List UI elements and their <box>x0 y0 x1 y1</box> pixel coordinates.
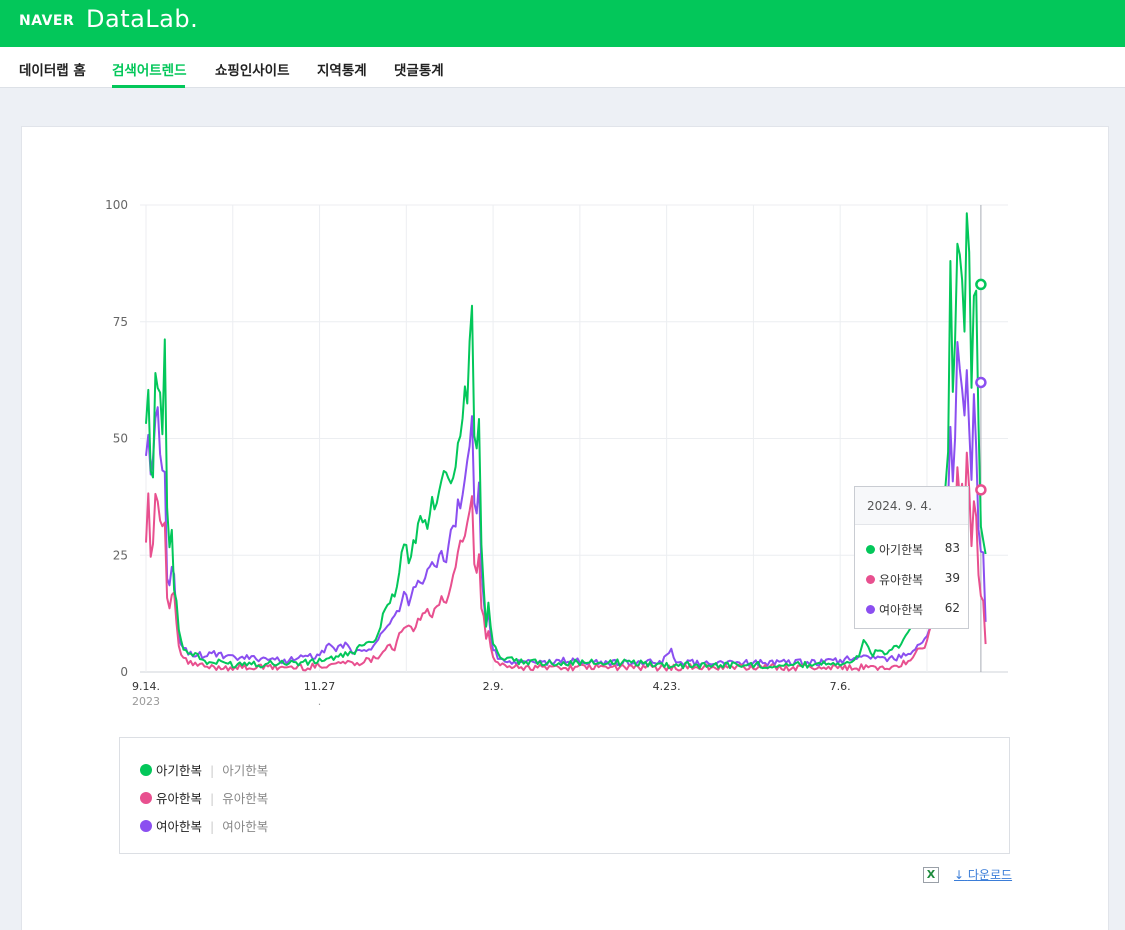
y-tick-label: 100 <box>105 198 128 212</box>
legend-dot-icon <box>140 792 152 804</box>
download-button[interactable]: ↓ 다운로드 <box>954 866 1012 883</box>
legend-keywords: 유아한복 <box>222 791 269 806</box>
x-tick-sublabel: 2023 <box>132 695 160 708</box>
tooltip-date: 2024. 9. 4. <box>855 487 968 525</box>
y-tick-label: 0 <box>120 665 128 679</box>
y-tick-label: 50 <box>113 432 128 446</box>
download-label: 다운로드 <box>967 868 1013 882</box>
tooltip-series-value: 39 <box>944 571 960 585</box>
legend-item[interactable]: 아기한복 | 아기한복 <box>140 760 268 779</box>
tooltip-series-value: 83 <box>944 541 960 555</box>
tooltip-row: 아기한복 83 <box>866 541 960 558</box>
legend-keywords: 아기한복 <box>222 763 269 778</box>
legend-dot-icon <box>140 820 152 832</box>
series-dot-icon <box>866 605 875 614</box>
x-tick-label: 7.6. <box>830 680 851 693</box>
series-dot-icon <box>866 575 875 584</box>
chart-tooltip: 2024. 9. 4. 아기한복 83 유아한복 39 여아한복 62 <box>854 486 969 629</box>
x-axis: 9.14. 2023 11.27. 2.9. 4.23. 7.6. <box>132 680 851 708</box>
legend-separator: | <box>210 763 215 778</box>
download-arrow-icon: ↓ <box>954 868 965 882</box>
tooltip-series-value: 62 <box>944 601 960 615</box>
legend-item[interactable]: 여아한복 | 여아한복 <box>140 816 268 835</box>
tooltip-series-name: 유아한복 <box>879 573 924 587</box>
chart-legend: 아기한복 | 아기한복 유아한복 | 유아한복 여아한복 | 여아한복 <box>119 737 1010 854</box>
hover-point-marker <box>975 484 987 496</box>
tooltip-row: 유아한복 39 <box>866 571 960 588</box>
legend-dot-icon <box>140 764 152 776</box>
x-tick-label: 2.9. <box>483 680 504 693</box>
y-tick-label: 75 <box>113 315 128 329</box>
legend-series-name: 여아한복 <box>156 819 203 834</box>
x-tick-label: 9.14. <box>132 680 160 693</box>
x-tick-label: 4.23. <box>653 680 681 693</box>
excel-icon[interactable]: X <box>923 867 939 883</box>
tooltip-row: 여아한복 62 <box>866 601 960 618</box>
series-dot-icon <box>866 545 875 554</box>
x-tick-label: 11.27 <box>304 680 336 693</box>
legend-separator: | <box>210 819 215 834</box>
hover-point-marker <box>975 376 987 389</box>
hover-point-marker <box>975 278 987 291</box>
x-tick-sublabel: . <box>318 695 322 708</box>
legend-series-name: 유아한복 <box>156 791 203 806</box>
tooltip-series-name: 여아한복 <box>879 603 924 617</box>
legend-keywords: 여아한복 <box>222 819 269 834</box>
y-tick-label: 25 <box>113 548 128 562</box>
legend-item[interactable]: 유아한복 | 유아한복 <box>140 788 268 807</box>
legend-separator: | <box>210 791 215 806</box>
y-axis: 100 75 50 25 0 <box>105 198 128 679</box>
legend-series-name: 아기한복 <box>156 763 203 778</box>
tooltip-series-name: 아기한복 <box>879 543 924 557</box>
